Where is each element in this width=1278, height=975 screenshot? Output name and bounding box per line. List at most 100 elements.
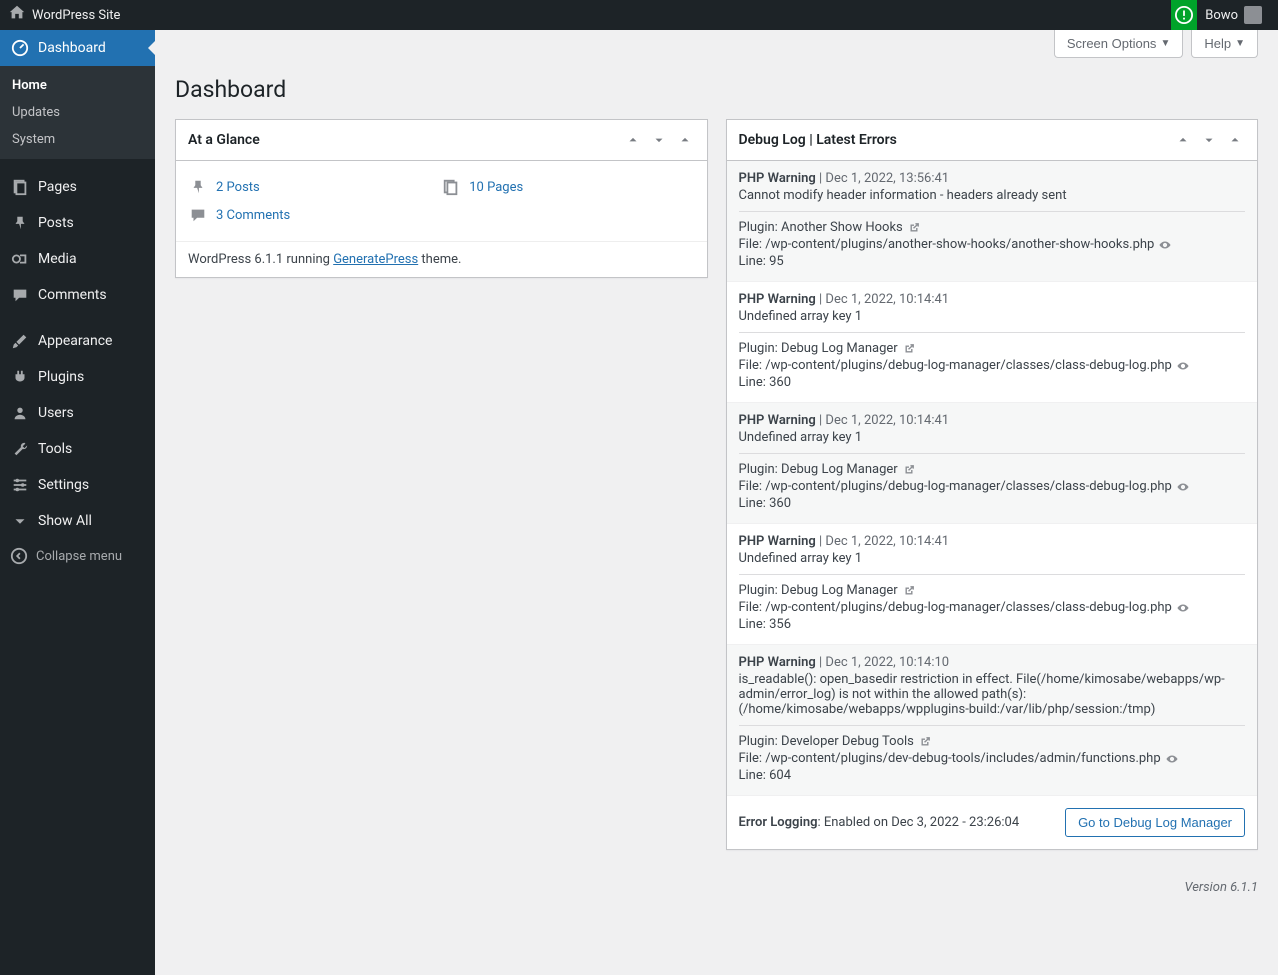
menu-label: Dashboard (38, 40, 106, 56)
external-link-icon[interactable] (902, 463, 916, 477)
submenu-home[interactable]: Home (0, 72, 155, 99)
pin-icon (10, 213, 30, 233)
menu-media[interactable]: Media (0, 241, 155, 277)
external-link-icon[interactable] (907, 221, 921, 235)
pages-icon (10, 177, 30, 197)
error-message: Undefined array key 1 (739, 430, 1246, 445)
pin-icon (188, 177, 208, 197)
logging-status-value: : Enabled on Dec 3, 2022 - 23:26:04 (817, 815, 1019, 830)
caret-down-icon: ▼ (1160, 38, 1170, 49)
go-to-debug-log-button[interactable]: Go to Debug Log Manager (1065, 808, 1245, 837)
page-title: Dashboard (175, 76, 1258, 103)
error-line: Line: 604 (739, 768, 1246, 783)
external-link-icon[interactable] (902, 342, 916, 356)
caret-down-icon: ▼ (1235, 38, 1245, 49)
footer-version: Version 6.1.1 (175, 870, 1258, 895)
menu-users[interactable]: Users (0, 395, 155, 431)
error-type: PHP Warning (739, 171, 816, 186)
move-down-icon[interactable] (1199, 130, 1219, 150)
screen-options-button[interactable]: Screen Options▼ (1054, 30, 1184, 58)
panel-title: Debug Log | Latest Errors (739, 132, 897, 148)
debug-entries-list: PHP Warning | Dec 1, 2022, 13:56:41Canno… (727, 161, 1258, 796)
external-link-icon[interactable] (902, 584, 916, 598)
user-menu[interactable]: Bowo (1197, 6, 1270, 24)
menu-show-all[interactable]: Show All (0, 503, 155, 539)
error-type: PHP Warning (739, 655, 816, 670)
sliders-icon (10, 475, 30, 495)
user-name: Bowo (1205, 8, 1238, 23)
eye-icon[interactable] (1176, 480, 1190, 494)
avatar (1244, 6, 1262, 24)
debug-log-panel: Debug Log | Latest Errors PHP Warning | … (726, 119, 1259, 850)
error-line: Line: 360 (739, 496, 1246, 511)
error-file: File: /wp-content/plugins/another-show-h… (739, 237, 1246, 252)
error-message: is_readable(): open_basedir restriction … (739, 672, 1246, 717)
theme-link[interactable]: GeneratePress (333, 252, 418, 267)
debug-footer: Error Logging: Enabled on Dec 3, 2022 - … (727, 796, 1258, 849)
error-time: | Dec 1, 2022, 10:14:10 (819, 655, 949, 670)
move-up-icon[interactable] (1173, 130, 1193, 150)
panel-header[interactable]: Debug Log | Latest Errors (727, 120, 1258, 161)
error-message: Undefined array key 1 (739, 309, 1246, 324)
eye-icon[interactable] (1158, 238, 1172, 252)
debug-entry: PHP Warning | Dec 1, 2022, 10:14:41Undef… (727, 403, 1258, 524)
menu-plugins[interactable]: Plugins (0, 359, 155, 395)
comments-link[interactable]: 3 Comments (216, 208, 290, 223)
error-time: | Dec 1, 2022, 10:14:41 (819, 534, 949, 549)
menu-label: Show All (38, 513, 92, 529)
glance-footer: WordPress 6.1.1 running GeneratePress th… (176, 241, 707, 277)
error-file: File: /wp-content/plugins/debug-log-mana… (739, 600, 1246, 615)
toggle-panel-icon[interactable] (1225, 130, 1245, 150)
posts-link[interactable]: 2 Posts (216, 180, 260, 195)
error-file: File: /wp-content/plugins/dev-debug-tool… (739, 751, 1246, 766)
dashboard-icon (10, 38, 30, 58)
menu-settings[interactable]: Settings (0, 467, 155, 503)
menu-tools[interactable]: Tools (0, 431, 155, 467)
menu-pages[interactable]: Pages (0, 169, 155, 205)
chevron-down-icon (10, 511, 30, 531)
menu-dashboard[interactable]: Dashboard (0, 30, 155, 66)
collapse-menu[interactable]: Collapse menu (0, 539, 155, 573)
panel-header[interactable]: At a Glance (176, 120, 707, 161)
error-plugin: Plugin: Debug Log Manager (739, 341, 1246, 356)
debug-entry: PHP Warning | Dec 1, 2022, 10:14:41Undef… (727, 282, 1258, 403)
submenu-updates[interactable]: Updates (0, 99, 155, 126)
pages-icon (441, 177, 461, 197)
menu-label: Users (38, 405, 74, 421)
menu-label: Pages (38, 179, 77, 195)
media-icon (10, 249, 30, 269)
move-down-icon[interactable] (649, 130, 669, 150)
menu-label: Plugins (38, 369, 84, 385)
help-button[interactable]: Help▼ (1191, 30, 1258, 58)
menu-posts[interactable]: Posts (0, 205, 155, 241)
user-icon (10, 403, 30, 423)
error-plugin: Plugin: Debug Log Manager (739, 583, 1246, 598)
menu-label: Settings (38, 477, 89, 493)
eye-icon[interactable] (1176, 359, 1190, 373)
notification-badge[interactable] (1171, 0, 1197, 30)
at-a-glance-panel: At a Glance 2 Posts (175, 119, 708, 278)
menu-label: Tools (38, 441, 72, 457)
error-file: File: /wp-content/plugins/debug-log-mana… (739, 358, 1246, 373)
eye-icon[interactable] (1176, 601, 1190, 615)
error-line: Line: 360 (739, 375, 1246, 390)
menu-appearance[interactable]: Appearance (0, 323, 155, 359)
wrench-icon (10, 439, 30, 459)
dashboard-submenu: Home Updates System (0, 66, 155, 159)
toggle-panel-icon[interactable] (675, 130, 695, 150)
admin-sidebar: Dashboard Home Updates System Pages Post… (0, 30, 155, 975)
site-name[interactable]: WordPress Site (32, 8, 120, 23)
move-up-icon[interactable] (623, 130, 643, 150)
error-plugin: Plugin: Developer Debug Tools (739, 734, 1246, 749)
error-type: PHP Warning (739, 292, 816, 307)
main-content: Screen Options▼ Help▼ Dashboard At a Gla… (155, 30, 1278, 975)
menu-comments[interactable]: Comments (0, 277, 155, 313)
home-icon[interactable] (8, 4, 26, 26)
debug-entry: PHP Warning | Dec 1, 2022, 13:56:41Canno… (727, 161, 1258, 282)
eye-icon[interactable] (1165, 752, 1179, 766)
submenu-system[interactable]: System (0, 126, 155, 153)
error-plugin: Plugin: Debug Log Manager (739, 462, 1246, 477)
external-link-icon[interactable] (918, 735, 932, 749)
pages-link[interactable]: 10 Pages (469, 180, 523, 195)
error-message: Cannot modify header information - heade… (739, 188, 1246, 203)
